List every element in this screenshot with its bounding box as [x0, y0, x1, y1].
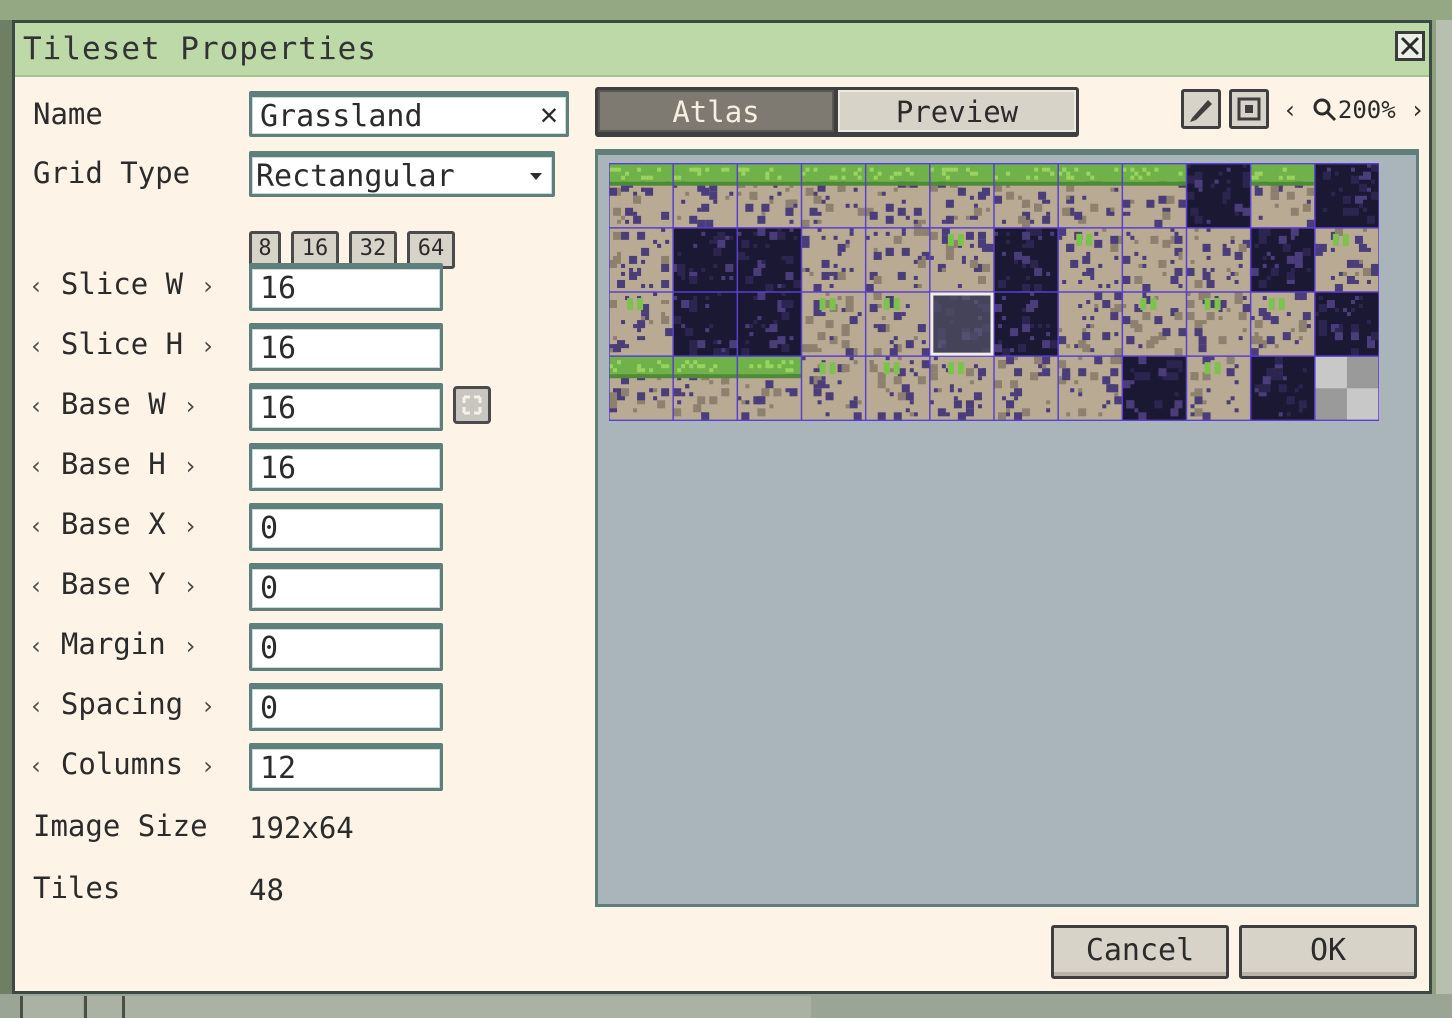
tab-preview[interactable]: Preview	[838, 90, 1076, 132]
edit-button[interactable]	[1181, 89, 1221, 129]
pencil-icon	[1190, 100, 1212, 122]
grid-type-label: Grid Type	[33, 156, 191, 190]
field-value: 0	[260, 631, 279, 666]
field-input-base-y[interactable]: 0	[249, 563, 443, 611]
increment-arrow[interactable]: ›	[183, 572, 197, 600]
field-input-base-w[interactable]: 16	[249, 383, 443, 431]
grid-type-select[interactable]: Rectangular	[249, 151, 555, 197]
tileset-properties-dialog: Tileset Properties Name Grassland ✕ Grid…	[12, 20, 1432, 994]
name-label: Name	[33, 97, 103, 131]
decrement-arrow[interactable]: ‹	[29, 572, 43, 600]
link-dimensions-button[interactable]	[453, 386, 491, 424]
field-input-base-h[interactable]: 16	[249, 443, 443, 491]
cancel-button[interactable]: Cancel	[1051, 925, 1229, 979]
title-bar[interactable]: Tileset Properties	[15, 23, 1429, 77]
selected-tile[interactable]	[930, 292, 994, 356]
close-button[interactable]	[1395, 31, 1425, 61]
name-input-value: Grassland	[260, 99, 423, 134]
increment-arrow[interactable]: ›	[183, 512, 197, 540]
close-icon	[1400, 36, 1420, 56]
increment-arrow[interactable]: ›	[201, 332, 215, 360]
field-label-columns: ‹ Columns ›	[29, 747, 215, 781]
field-value: 12	[260, 751, 297, 786]
field-input-columns[interactable]: 12	[249, 743, 443, 791]
field-value: 0	[260, 571, 279, 606]
decrement-arrow[interactable]: ‹	[29, 632, 43, 660]
tiles-label: Tiles	[33, 871, 121, 905]
atlas-panel[interactable]	[595, 149, 1419, 907]
ok-button[interactable]: OK	[1239, 925, 1417, 979]
field-value: 16	[260, 271, 297, 306]
field-label-base-h: ‹ Base H ›	[29, 447, 198, 481]
increment-arrow[interactable]: ›	[183, 632, 197, 660]
field-input-slice-w[interactable]: 16	[249, 263, 443, 311]
field-label-spacing: ‹ Spacing ›	[29, 687, 215, 721]
magnifier-icon	[1313, 98, 1336, 122]
field-label-text: Base H	[43, 447, 184, 481]
field-label-text: Base X	[43, 507, 184, 541]
image-size-value: 192x64	[249, 811, 354, 845]
field-value: 16	[260, 331, 297, 366]
background-app-top	[0, 0, 1452, 20]
background-app-right	[1436, 20, 1452, 1018]
field-label-text: Spacing	[43, 687, 201, 721]
image-size-label: Image Size	[33, 809, 208, 843]
zoom-decrease-arrow[interactable]: ‹	[1283, 96, 1297, 124]
tab-atlas[interactable]: Atlas	[598, 90, 834, 132]
view-tabs: Atlas Preview	[595, 87, 1079, 137]
background-segment	[84, 996, 123, 1018]
field-value: 0	[260, 511, 279, 546]
decrement-arrow[interactable]: ‹	[29, 452, 43, 480]
background-segment	[20, 996, 83, 1018]
field-label-text: Base Y	[43, 567, 184, 601]
zoom-increase-arrow[interactable]: ›	[1410, 96, 1424, 124]
decrement-arrow[interactable]: ‹	[29, 512, 43, 540]
chevron-down-icon	[530, 173, 542, 180]
field-value: 16	[260, 391, 297, 426]
tileset-atlas-image[interactable]	[609, 163, 1379, 421]
field-label-base-w: ‹ Base W ›	[29, 387, 198, 421]
fit-to-view-icon	[1237, 97, 1261, 121]
field-label-slice-h: ‹ Slice H ›	[29, 327, 215, 361]
fit-to-view-button[interactable]	[1229, 89, 1269, 129]
zoom-control[interactable]: ‹ 200% ›	[1283, 96, 1425, 124]
field-input-slice-h[interactable]: 16	[249, 323, 443, 371]
decrement-arrow[interactable]: ‹	[29, 752, 43, 780]
field-label-text: Margin	[43, 627, 184, 661]
dialog-title: Tileset Properties	[23, 31, 377, 67]
grid-type-value: Rectangular	[256, 159, 455, 194]
field-input-spacing[interactable]: 0	[249, 683, 443, 731]
tile[interactable]	[801, 227, 866, 292]
zoom-level: 200%	[1337, 96, 1396, 124]
field-input-base-x[interactable]: 0	[249, 503, 443, 551]
tiles-value: 48	[249, 873, 284, 907]
decrement-arrow[interactable]: ‹	[29, 692, 43, 720]
decrement-arrow[interactable]: ‹	[29, 392, 43, 420]
increment-arrow[interactable]: ›	[201, 692, 215, 720]
field-label-margin: ‹ Margin ›	[29, 627, 198, 661]
increment-arrow[interactable]: ›	[201, 752, 215, 780]
decrement-arrow[interactable]: ‹	[29, 332, 43, 360]
field-label-base-x: ‹ Base X ›	[29, 507, 198, 541]
background-app-bottom	[0, 994, 1452, 1018]
field-label-base-y: ‹ Base Y ›	[29, 567, 198, 601]
field-label-text: Base W	[43, 387, 184, 421]
field-label-text: Slice W	[43, 267, 201, 301]
background-segment	[122, 996, 811, 1018]
name-input[interactable]: Grassland ✕	[249, 91, 569, 137]
increment-arrow[interactable]: ›	[183, 452, 197, 480]
field-input-margin[interactable]: 0	[249, 623, 443, 671]
clear-icon[interactable]: ✕	[540, 97, 558, 132]
increment-arrow[interactable]: ›	[183, 392, 197, 420]
field-value: 16	[260, 451, 297, 486]
decrement-arrow[interactable]: ‹	[29, 272, 43, 300]
field-value: 0	[260, 691, 279, 726]
increment-arrow[interactable]: ›	[201, 272, 215, 300]
field-label-text: Columns	[43, 747, 201, 781]
field-label-slice-w: ‹ Slice W ›	[29, 267, 215, 301]
field-label-text: Slice H	[43, 327, 201, 361]
link-icon	[462, 395, 482, 415]
